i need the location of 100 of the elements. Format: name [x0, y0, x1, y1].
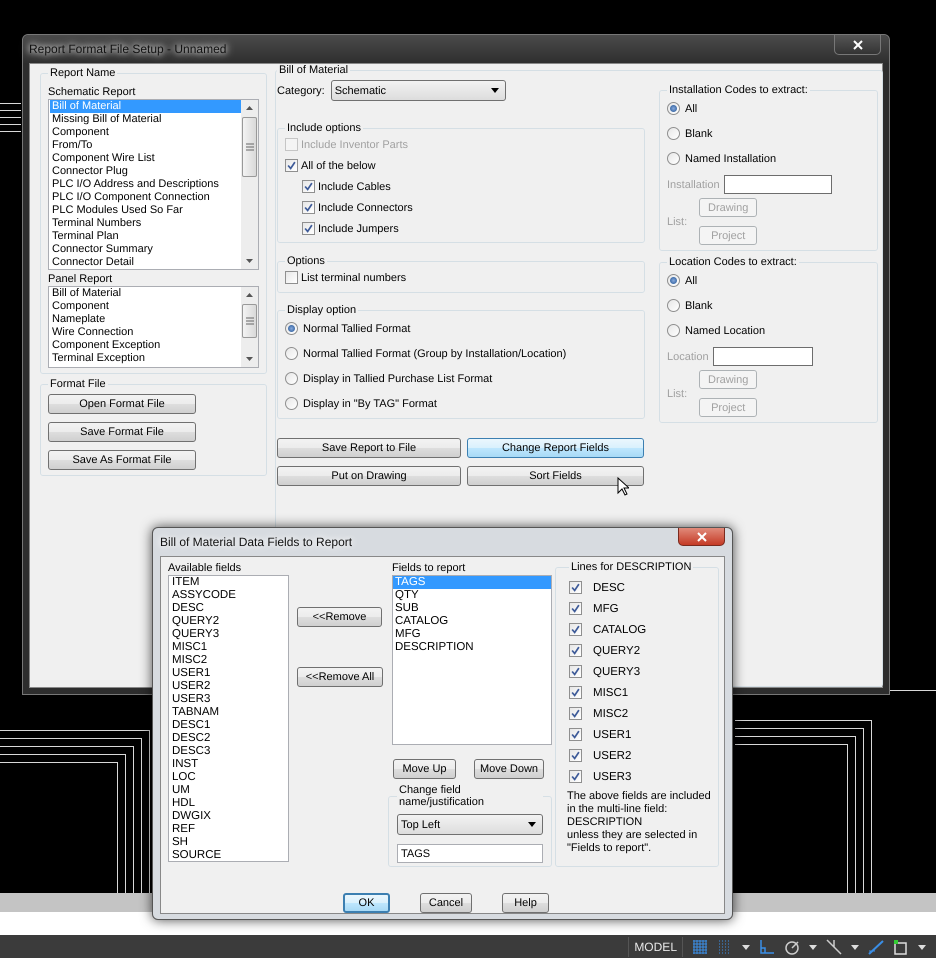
- list-item[interactable]: DESC3: [170, 745, 288, 758]
- list-item[interactable]: Terminal Plan: [50, 230, 241, 243]
- list-item[interactable]: MISC1: [170, 641, 288, 654]
- caret-icon[interactable]: [742, 942, 750, 950]
- push-button[interactable]: Put on Drawing: [277, 466, 461, 486]
- list-item[interactable]: ITEM: [170, 576, 288, 589]
- list-item[interactable]: REF: [170, 823, 288, 836]
- scrollbar[interactable]: [241, 287, 258, 367]
- checkbox[interactable]: [285, 159, 298, 172]
- list-item[interactable]: LOC: [170, 771, 288, 784]
- list-item[interactable]: CATALOG: [393, 615, 551, 628]
- list-item[interactable]: Connector Summary: [50, 243, 241, 256]
- grid-icon[interactable]: [692, 938, 708, 954]
- checkbox-label: All of the below: [301, 160, 376, 172]
- checkbox[interactable]: [569, 749, 582, 762]
- isodraft-icon[interactable]: [826, 938, 842, 954]
- radio-button[interactable]: [285, 322, 298, 335]
- list-item[interactable]: SUB: [393, 602, 551, 615]
- scrollbar[interactable]: [241, 100, 258, 269]
- caret-icon[interactable]: [809, 942, 817, 950]
- polar-icon[interactable]: [784, 938, 800, 954]
- push-button[interactable]: Cancel: [420, 893, 472, 913]
- list-item[interactable]: PLC I/O Address and Descriptions: [50, 178, 241, 191]
- dropdown[interactable]: Schematic: [330, 80, 506, 101]
- list-item[interactable]: USER2: [170, 680, 288, 693]
- list-item[interactable]: DWGIX: [170, 810, 288, 823]
- list-item[interactable]: PLC I/O Component Connection: [50, 191, 241, 204]
- scroll-thumb[interactable]: [242, 117, 257, 177]
- ortho-icon[interactable]: [759, 938, 775, 954]
- close-button[interactable]: [678, 528, 725, 546]
- push-button[interactable]: Save Format File: [48, 422, 196, 442]
- checkbox[interactable]: [569, 770, 582, 783]
- checkbox[interactable]: [569, 623, 582, 636]
- list-item[interactable]: Bill of Material: [50, 287, 241, 300]
- list-item[interactable]: SH: [170, 836, 288, 849]
- list-item[interactable]: Component: [50, 126, 241, 139]
- list-item[interactable]: UM: [170, 784, 288, 797]
- list-item[interactable]: Wire Connection: [50, 326, 241, 339]
- selection-icon[interactable]: [893, 938, 909, 954]
- list-item[interactable]: MFG: [393, 628, 551, 641]
- caret-icon[interactable]: [851, 942, 859, 950]
- list-item[interactable]: USER1: [170, 667, 288, 680]
- list-item[interactable]: Missing Bill of Material: [50, 113, 241, 126]
- list-item[interactable]: SOURCE: [170, 849, 288, 861]
- checkbox[interactable]: [569, 602, 582, 615]
- radio-label: Display in Tallied Purchase List Format: [303, 372, 492, 384]
- list-item[interactable]: ASSYCODE: [170, 589, 288, 602]
- checkbox[interactable]: [302, 180, 315, 193]
- list-item[interactable]: Nameplate: [50, 313, 241, 326]
- checkbox[interactable]: [302, 201, 315, 214]
- list-item[interactable]: Terminal Numbers: [50, 217, 241, 230]
- list-item[interactable]: DESCRIPTION: [393, 641, 551, 654]
- list-item[interactable]: From/To: [50, 139, 241, 152]
- input-field[interactable]: TAGS: [397, 844, 543, 863]
- list-item[interactable]: HDL: [170, 797, 288, 810]
- push-button[interactable]: <<Remove All: [297, 667, 383, 687]
- list-item[interactable]: PLC Modules Used So Far: [50, 204, 241, 217]
- checkbox[interactable]: [569, 644, 582, 657]
- push-button[interactable]: Open Format File: [48, 394, 196, 414]
- list-item[interactable]: QUERY3: [170, 628, 288, 641]
- list-item[interactable]: DESC: [170, 602, 288, 615]
- radio-button[interactable]: [285, 397, 298, 410]
- list-item[interactable]: Component Exception: [50, 339, 241, 352]
- list-item[interactable]: TABNAM: [170, 706, 288, 719]
- push-button[interactable]: OK: [343, 893, 390, 913]
- push-button[interactable]: Save Report to File: [277, 438, 461, 458]
- radio-button[interactable]: [285, 372, 298, 385]
- scroll-thumb[interactable]: [242, 304, 257, 338]
- close-button[interactable]: [834, 35, 881, 55]
- push-button[interactable]: Move Down: [474, 759, 544, 779]
- checkbox[interactable]: [569, 686, 582, 699]
- radio-button[interactable]: [285, 347, 298, 360]
- checkbox[interactable]: [569, 665, 582, 678]
- list-item[interactable]: QTY: [393, 589, 551, 602]
- push-button[interactable]: <<Remove: [297, 607, 382, 627]
- caret-icon[interactable]: [918, 942, 926, 950]
- list-item[interactable]: QUERY2: [170, 615, 288, 628]
- list-item[interactable]: Component Wire List: [50, 152, 241, 165]
- checkbox[interactable]: [569, 728, 582, 741]
- lineweight-icon[interactable]: [868, 938, 884, 954]
- checkbox[interactable]: [569, 581, 582, 594]
- push-button[interactable]: Sort Fields: [467, 466, 644, 486]
- list-item[interactable]: INST: [170, 758, 288, 771]
- list-item[interactable]: Connector Detail: [50, 256, 241, 269]
- checkbox[interactable]: [569, 707, 582, 720]
- list-item[interactable]: DESC1: [170, 719, 288, 732]
- list-item[interactable]: MISC2: [170, 654, 288, 667]
- checkbox[interactable]: [302, 222, 315, 235]
- checkbox[interactable]: [285, 271, 298, 284]
- push-button[interactable]: Move Up: [393, 759, 456, 779]
- list-item[interactable]: DESC2: [170, 732, 288, 745]
- list-item[interactable]: USER3: [170, 693, 288, 706]
- push-button[interactable]: Save As Format File: [48, 450, 196, 470]
- list-item[interactable]: Connector Plug: [50, 165, 241, 178]
- list-item[interactable]: Component: [50, 300, 241, 313]
- push-button[interactable]: Help: [502, 893, 549, 913]
- dropdown[interactable]: Top Left: [397, 814, 543, 835]
- model-tab[interactable]: MODEL: [628, 936, 683, 956]
- list-item[interactable]: Terminal Exception: [50, 352, 241, 365]
- push-button[interactable]: Change Report Fields: [467, 438, 644, 458]
